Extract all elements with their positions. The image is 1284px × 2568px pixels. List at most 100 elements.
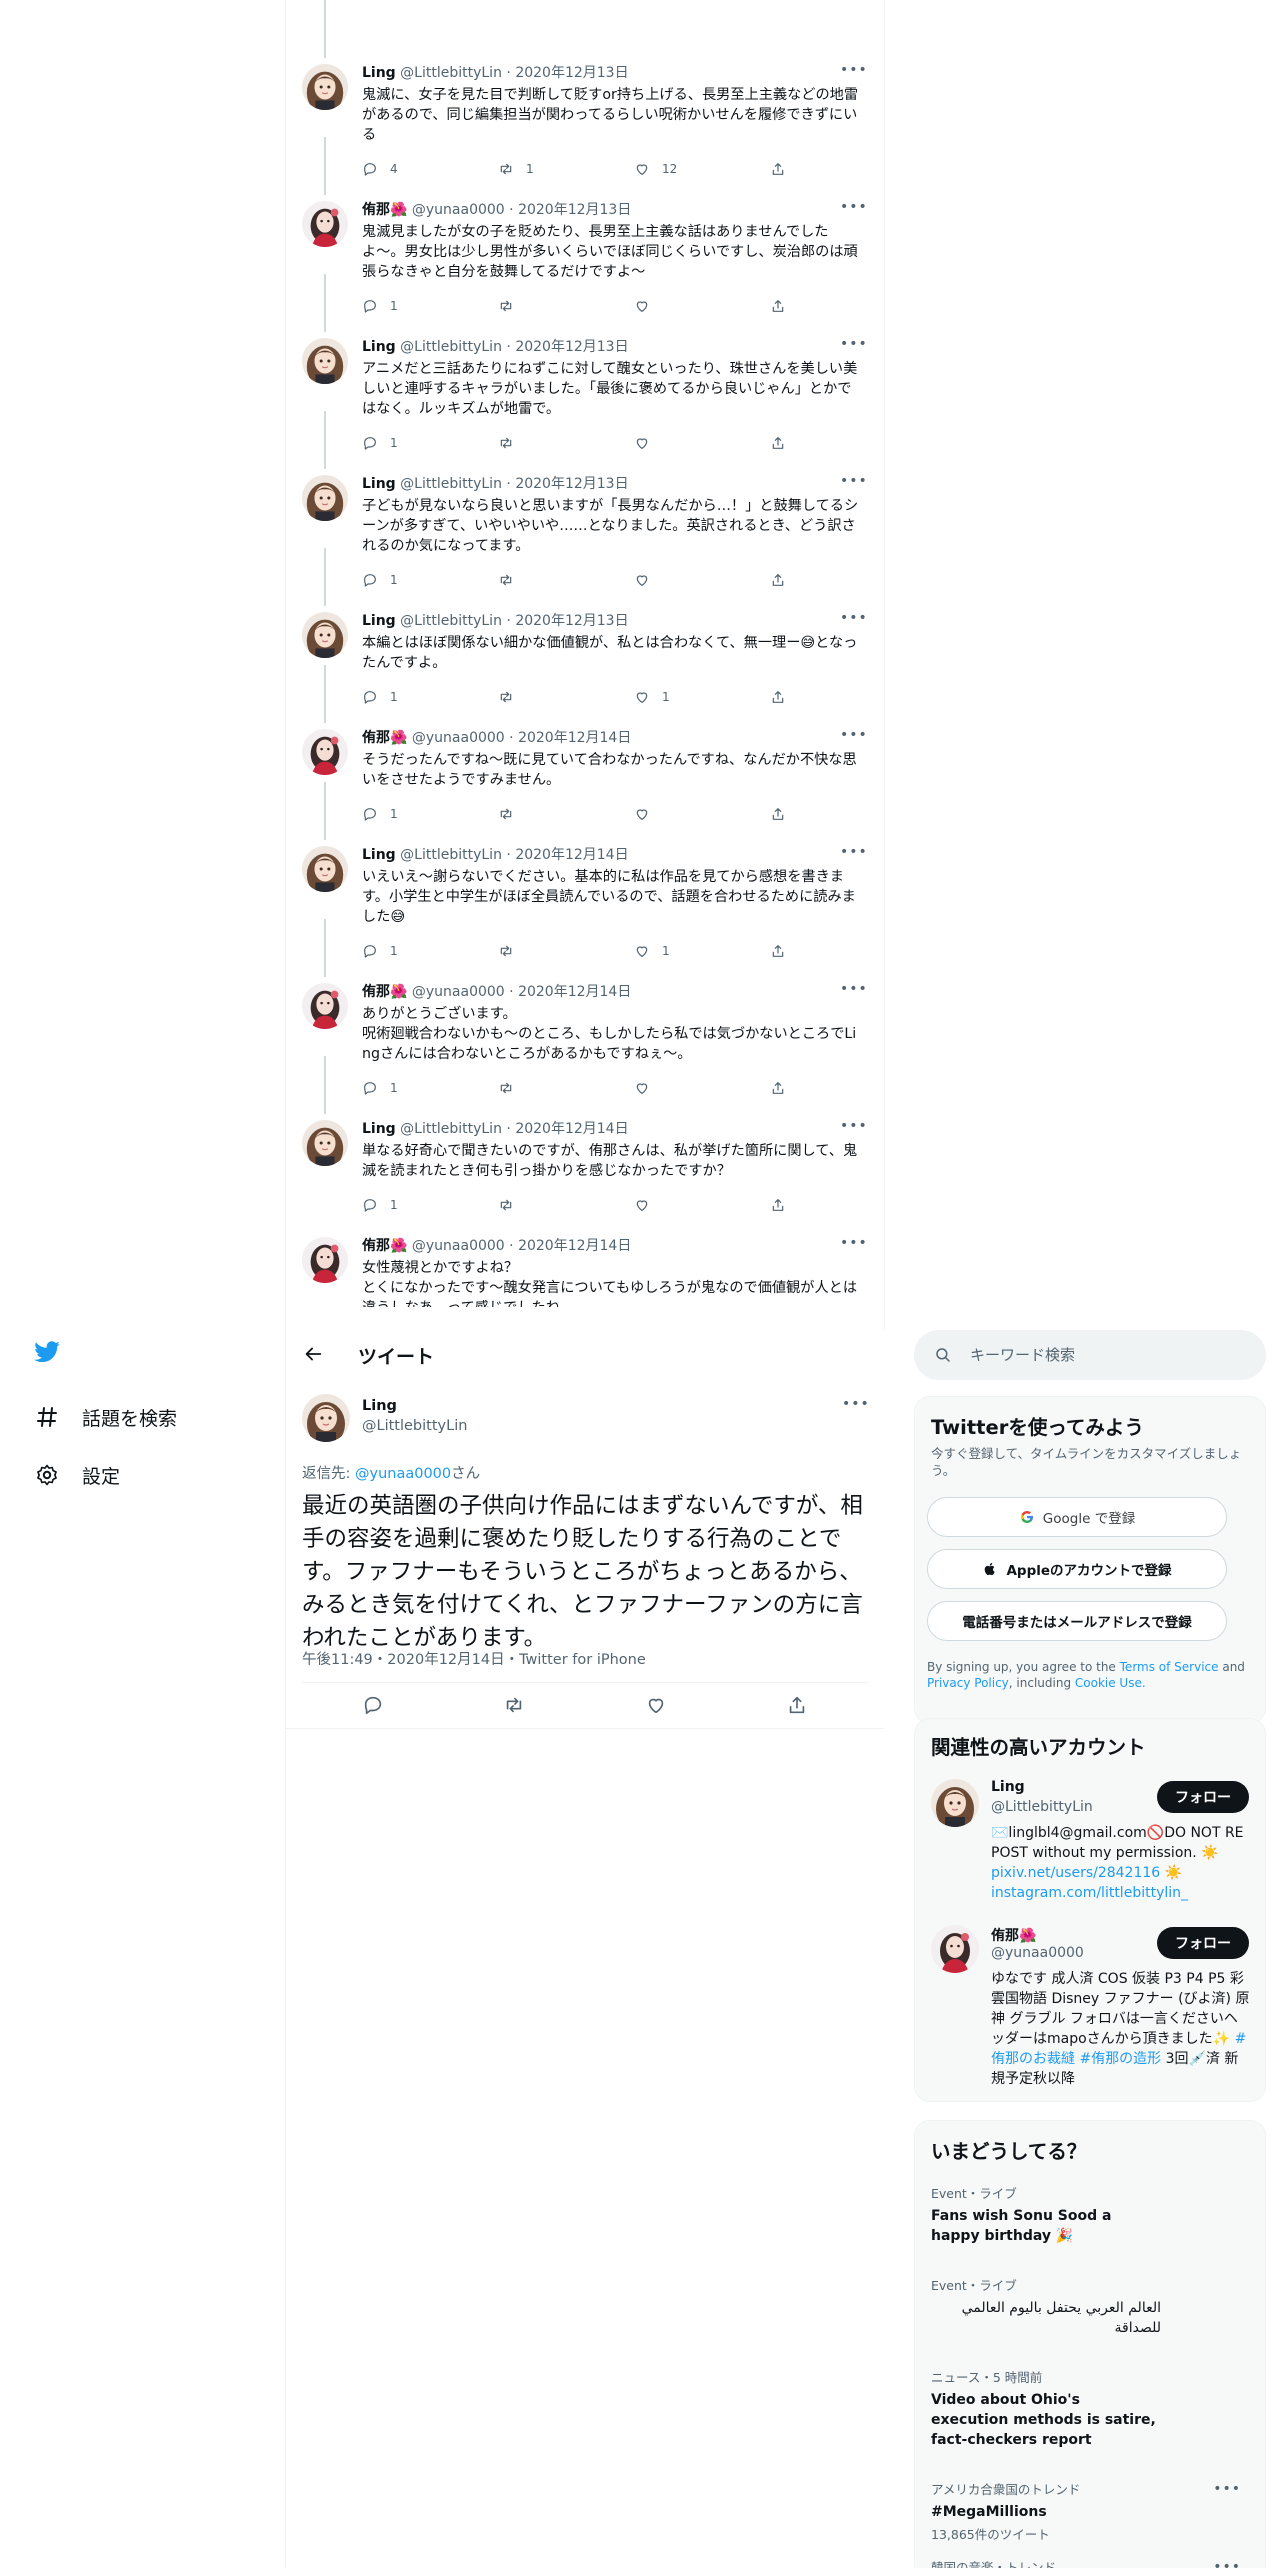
share-button[interactable] (770, 297, 800, 315)
bio-link[interactable]: instagram.com/littlebittylin_ (991, 1883, 1251, 1903)
author-handle[interactable]: @LittlebittyLin (400, 847, 502, 863)
reply-button[interactable]: 1 (362, 688, 498, 706)
share-button[interactable] (770, 160, 800, 178)
avatar[interactable] (302, 1120, 348, 1166)
search-input[interactable] (970, 1342, 1240, 1368)
tweet-date[interactable]: 2020年12月14日 (518, 1238, 631, 1254)
author-name[interactable]: Ling (362, 476, 396, 492)
trend-item[interactable]: アメリカ合衆国のトレンド ••• #MegaMillions 13,865件のツ… (931, 2479, 1251, 2543)
share-button[interactable] (770, 1196, 800, 1214)
avatar[interactable] (302, 338, 348, 384)
share-button[interactable] (770, 1079, 800, 1097)
more-icon[interactable]: ••• (840, 610, 867, 628)
author-handle[interactable]: @yunaa0000 (412, 1238, 505, 1254)
author-handle[interactable]: @LittlebittyLin (400, 65, 502, 81)
phone-email-signup-button[interactable]: 電話番号またはメールアドレスで登録 (927, 1601, 1227, 1641)
avatar[interactable] (302, 729, 348, 775)
author-handle[interactable]: @LittlebittyLin (400, 613, 502, 629)
tweet-date[interactable]: 2020年12月13日 (515, 613, 628, 629)
more-icon[interactable]: ••• (840, 199, 867, 217)
reply-button[interactable]: 1 (362, 1079, 498, 1097)
like-button[interactable]: 1 (634, 688, 770, 706)
author-handle[interactable]: @yunaa0000 (412, 730, 505, 746)
author-name[interactable]: 侑那🌺 (362, 730, 407, 746)
like-button[interactable]: 1 (634, 942, 770, 960)
author-name[interactable]: 侑那🌺 (362, 984, 407, 1000)
tweet-meta[interactable]: 午後11:49・2020年12月14日・Twitter for iPhone (302, 1648, 646, 1669)
reply-tweet[interactable]: 侑那🌺 @yunaa0000 · 2020年12月14日 ••• 女性蔑視とかですよ… (286, 1237, 884, 1307)
terms-link[interactable]: Terms of Service (1120, 1660, 1219, 1674)
share-button[interactable] (770, 688, 800, 706)
nav-settings[interactable]: 設定 (34, 1455, 120, 1495)
author-handle[interactable]: @LittlebittyLin (400, 1121, 502, 1137)
cookie-link[interactable]: Cookie Use. (1075, 1676, 1146, 1690)
tweet-date[interactable]: 2020年12月13日 (515, 476, 628, 492)
more-icon[interactable]: ••• (840, 473, 867, 491)
author-name[interactable]: Ling (362, 1121, 396, 1137)
search-box[interactable] (914, 1330, 1266, 1380)
like-button[interactable] (634, 805, 770, 823)
retweet-button[interactable]: 1 (498, 160, 634, 178)
avatar[interactable] (302, 64, 348, 110)
retweet-button[interactable] (498, 805, 634, 823)
avatar[interactable] (302, 475, 348, 521)
more-icon[interactable]: ••• (840, 336, 867, 354)
author-name[interactable]: Ling (362, 613, 396, 629)
twitter-logo-icon[interactable] (30, 1338, 66, 1368)
tweet-date[interactable]: 2020年12月14日 (518, 984, 631, 1000)
retweet-button[interactable] (498, 571, 634, 589)
more-icon[interactable]: ••• (840, 1118, 867, 1136)
author-handle[interactable]: @yunaa0000 (412, 984, 505, 1000)
tweet-date[interactable]: 2020年12月14日 (515, 847, 628, 863)
avatar[interactable] (302, 1394, 350, 1442)
bio-link[interactable]: pixiv.net/users/2842116 ☀️ (991, 1863, 1251, 1883)
avatar[interactable] (302, 201, 348, 247)
account-name[interactable]: 侑那🌺 (991, 1925, 1036, 1945)
privacy-link[interactable]: Privacy Policy (927, 1676, 1009, 1690)
author-handle[interactable]: @LittlebittyLin (362, 1418, 467, 1434)
like-button[interactable]: 12 (634, 160, 770, 178)
retweet-button[interactable] (498, 297, 634, 315)
trend-item[interactable]: Event・ライブ Fans wish Sonu Sood a happy bi… (931, 2183, 1251, 2246)
tweet-date[interactable]: 2020年12月13日 (515, 339, 628, 355)
account-handle[interactable]: @yunaa0000 (991, 1945, 1084, 1961)
avatar[interactable] (931, 1925, 979, 1973)
share-button[interactable] (770, 571, 800, 589)
author-handle[interactable]: @LittlebittyLin (400, 339, 502, 355)
reply-button[interactable]: 1 (362, 571, 498, 589)
reply-button[interactable]: 1 (362, 297, 498, 315)
apple-signup-button[interactable]: Appleのアカウントで登録 (927, 1549, 1227, 1589)
reply-button[interactable]: 4 (362, 160, 498, 178)
like-button[interactable] (634, 434, 770, 452)
share-icon[interactable] (786, 1694, 808, 1716)
like-button[interactable] (634, 1079, 770, 1097)
retweet-button[interactable] (498, 1079, 634, 1097)
retweet-button[interactable] (498, 1196, 634, 1214)
reply-button[interactable]: 1 (362, 1196, 498, 1214)
more-icon[interactable]: ••• (840, 1237, 867, 1253)
more-icon[interactable]: ••• (842, 1396, 870, 1412)
retweet-icon[interactable] (503, 1694, 525, 1716)
author-name[interactable]: Ling (362, 339, 396, 355)
bio-hashtag[interactable]: #侑那の造形 (1079, 2051, 1161, 2067)
author-handle[interactable]: @LittlebittyLin (400, 476, 502, 492)
google-signup-button[interactable]: Google で登録 (927, 1497, 1227, 1537)
reply-to-mention[interactable]: @yunaa0000 (355, 1466, 451, 1482)
reply-button[interactable]: 1 (362, 942, 498, 960)
author-name[interactable]: Ling (362, 1398, 397, 1414)
tweet-date[interactable]: 2020年12月13日 (518, 202, 631, 218)
author-handle[interactable]: @yunaa0000 (412, 202, 505, 218)
author-name[interactable]: Ling (362, 847, 396, 863)
author-name[interactable]: 侑那🌺 (362, 1238, 407, 1254)
like-icon[interactable] (645, 1694, 667, 1716)
more-icon[interactable]: ••• (840, 981, 867, 999)
like-button[interactable] (634, 571, 770, 589)
share-button[interactable] (770, 942, 800, 960)
back-arrow-icon[interactable] (302, 1343, 326, 1367)
like-button[interactable] (634, 297, 770, 315)
reply-icon[interactable] (362, 1694, 384, 1716)
retweet-button[interactable] (498, 434, 634, 452)
more-icon[interactable]: ••• (840, 62, 867, 80)
share-button[interactable] (770, 434, 800, 452)
retweet-button[interactable] (498, 688, 634, 706)
